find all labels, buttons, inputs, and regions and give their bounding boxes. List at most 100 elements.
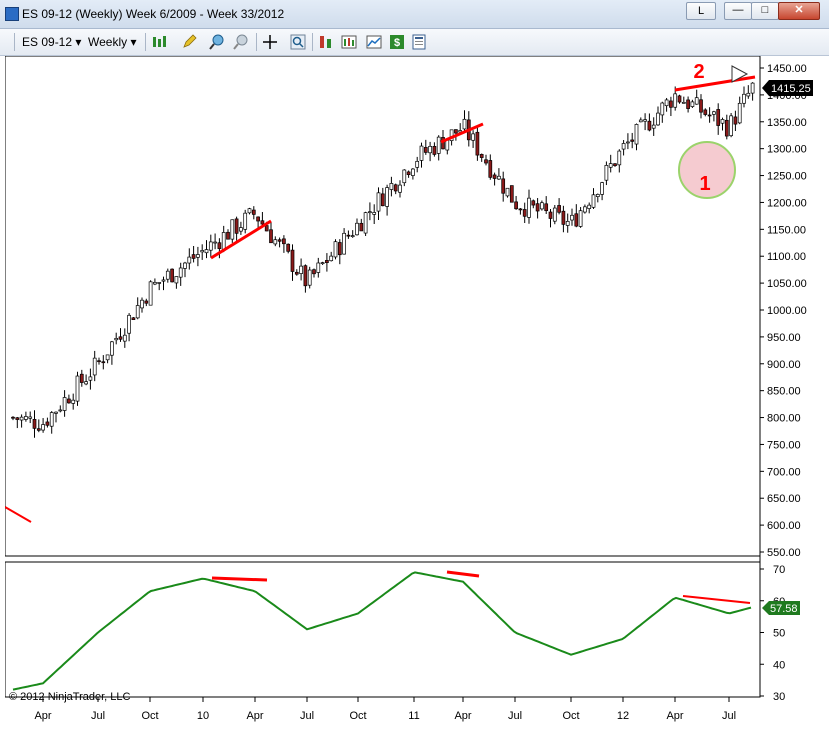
instrument-label: ES 09-12: [22, 35, 73, 49]
candle-body: [742, 93, 746, 104]
search-icon[interactable]: [290, 34, 306, 50]
candle-body: [213, 241, 217, 244]
maximize-button[interactable]: □: [751, 2, 779, 20]
candle-body: [247, 208, 252, 214]
annotation-label-2: 2: [693, 61, 704, 83]
candle-body: [750, 82, 755, 94]
candle-body: [694, 97, 699, 105]
price-axis: 1450.001400.001350.001300.001250.001200.…: [760, 63, 807, 559]
candle-body: [574, 213, 579, 227]
time-axis-label: Apr: [454, 710, 471, 722]
candle-body: [49, 412, 54, 427]
candle-body: [114, 338, 119, 341]
candle-body: [626, 141, 630, 144]
annotation-line: [211, 576, 268, 582]
candle-body: [329, 255, 334, 262]
candle-body: [595, 194, 600, 197]
chart-panel[interactable]: 1450.001400.001350.001300.001250.001200.…: [4, 55, 824, 731]
candle-body: [518, 208, 523, 211]
strategies-icon[interactable]: [341, 34, 357, 50]
candle-body: [260, 220, 265, 225]
price-axis-label: 600.00: [767, 520, 801, 532]
time-axis: Apr Jul Oct 10 Apr Jul Oct 11 Apr Jul Oct 12 Apr Jul: [34, 697, 736, 722]
time-axis-label: Apr: [246, 710, 263, 722]
candle-body: [544, 203, 549, 212]
candle-body: [174, 276, 179, 284]
candle-body: [337, 242, 342, 256]
copyright-text: © 2012 NinjaTrader, LLC: [9, 691, 130, 703]
candle-body: [269, 229, 273, 244]
zoom-out-icon[interactable]: [233, 34, 249, 50]
toolbar-separator: [312, 33, 313, 51]
candle-body: [148, 281, 153, 306]
candle-body: [368, 211, 372, 214]
candle-body: [256, 216, 260, 222]
time-axis-label: 10: [197, 710, 209, 722]
dollar-icon[interactable]: $: [389, 34, 405, 50]
chart-style-icon[interactable]: [151, 34, 167, 50]
candle-body: [62, 397, 67, 411]
candle-body: [505, 187, 510, 197]
candle-body: [411, 168, 415, 176]
candle-body: [71, 399, 76, 404]
minimize-button[interactable]: —: [724, 2, 752, 20]
candle-body: [183, 262, 187, 269]
candle-body: [634, 124, 639, 145]
toolbar-grip: [14, 33, 15, 51]
price-axis-label: 1300.00: [767, 144, 807, 156]
price-axis-label: 1450.00: [767, 63, 807, 75]
candle-body: [638, 119, 643, 123]
candle-body: [239, 227, 243, 232]
candle-body: [372, 212, 377, 215]
candle-body: [454, 129, 458, 134]
zoom-in-icon[interactable]: [209, 34, 225, 50]
candle-body: [135, 305, 140, 319]
candle-body: [226, 231, 230, 240]
link-button[interactable]: L: [686, 2, 716, 20]
candle-body: [651, 124, 656, 129]
candle-body: [681, 101, 686, 104]
candle-body: [583, 206, 587, 213]
candle-body: [686, 99, 690, 109]
line-chart-icon[interactable]: [366, 34, 382, 50]
candle-body: [264, 225, 269, 232]
candle-body: [733, 116, 738, 125]
candle-body: [540, 202, 544, 210]
candle-body: [75, 375, 80, 402]
candle-body: [118, 336, 123, 340]
indicator-badge: 57.58: [762, 601, 800, 615]
candle-body: [419, 145, 424, 161]
candle-body: [122, 334, 127, 342]
price-axis-label: 1350.00: [767, 117, 807, 129]
indicators-icon[interactable]: [318, 34, 334, 50]
candle-body: [316, 262, 321, 273]
candle-body: [342, 232, 346, 255]
candle-body: [217, 242, 222, 249]
candle-body: [282, 238, 286, 245]
properties-icon[interactable]: [411, 34, 427, 50]
annotation-label-1: 1: [699, 173, 710, 195]
price-axis-label: 1000.00: [767, 305, 807, 317]
chevron-down-icon: ▾: [75, 35, 82, 49]
crosshair-icon[interactable]: [262, 34, 278, 50]
instrument-selector[interactable]: ES 09-12 ▾: [22, 32, 81, 52]
candle-body: [191, 254, 196, 259]
candle-body: [716, 109, 721, 126]
candle-body: [690, 101, 695, 107]
pencil-icon[interactable]: [181, 34, 197, 50]
candle-body: [617, 150, 622, 166]
candle-body: [561, 210, 566, 225]
candle-body: [286, 243, 291, 252]
candle-body: [153, 281, 157, 285]
candle-body: [131, 317, 136, 321]
price-axis-label: 1250.00: [767, 171, 807, 183]
candle-body: [140, 299, 144, 309]
close-button[interactable]: ✕: [778, 2, 820, 20]
candle-body: [273, 239, 278, 245]
candle-body: [389, 183, 394, 190]
price-chart[interactable]: 1450.001400.001350.001300.001250.001200.…: [4, 55, 824, 731]
candle-body: [497, 175, 501, 180]
period-selector[interactable]: Weekly ▾: [88, 32, 137, 52]
price-axis-label: 850.00: [767, 386, 801, 398]
candle-body: [28, 416, 33, 419]
